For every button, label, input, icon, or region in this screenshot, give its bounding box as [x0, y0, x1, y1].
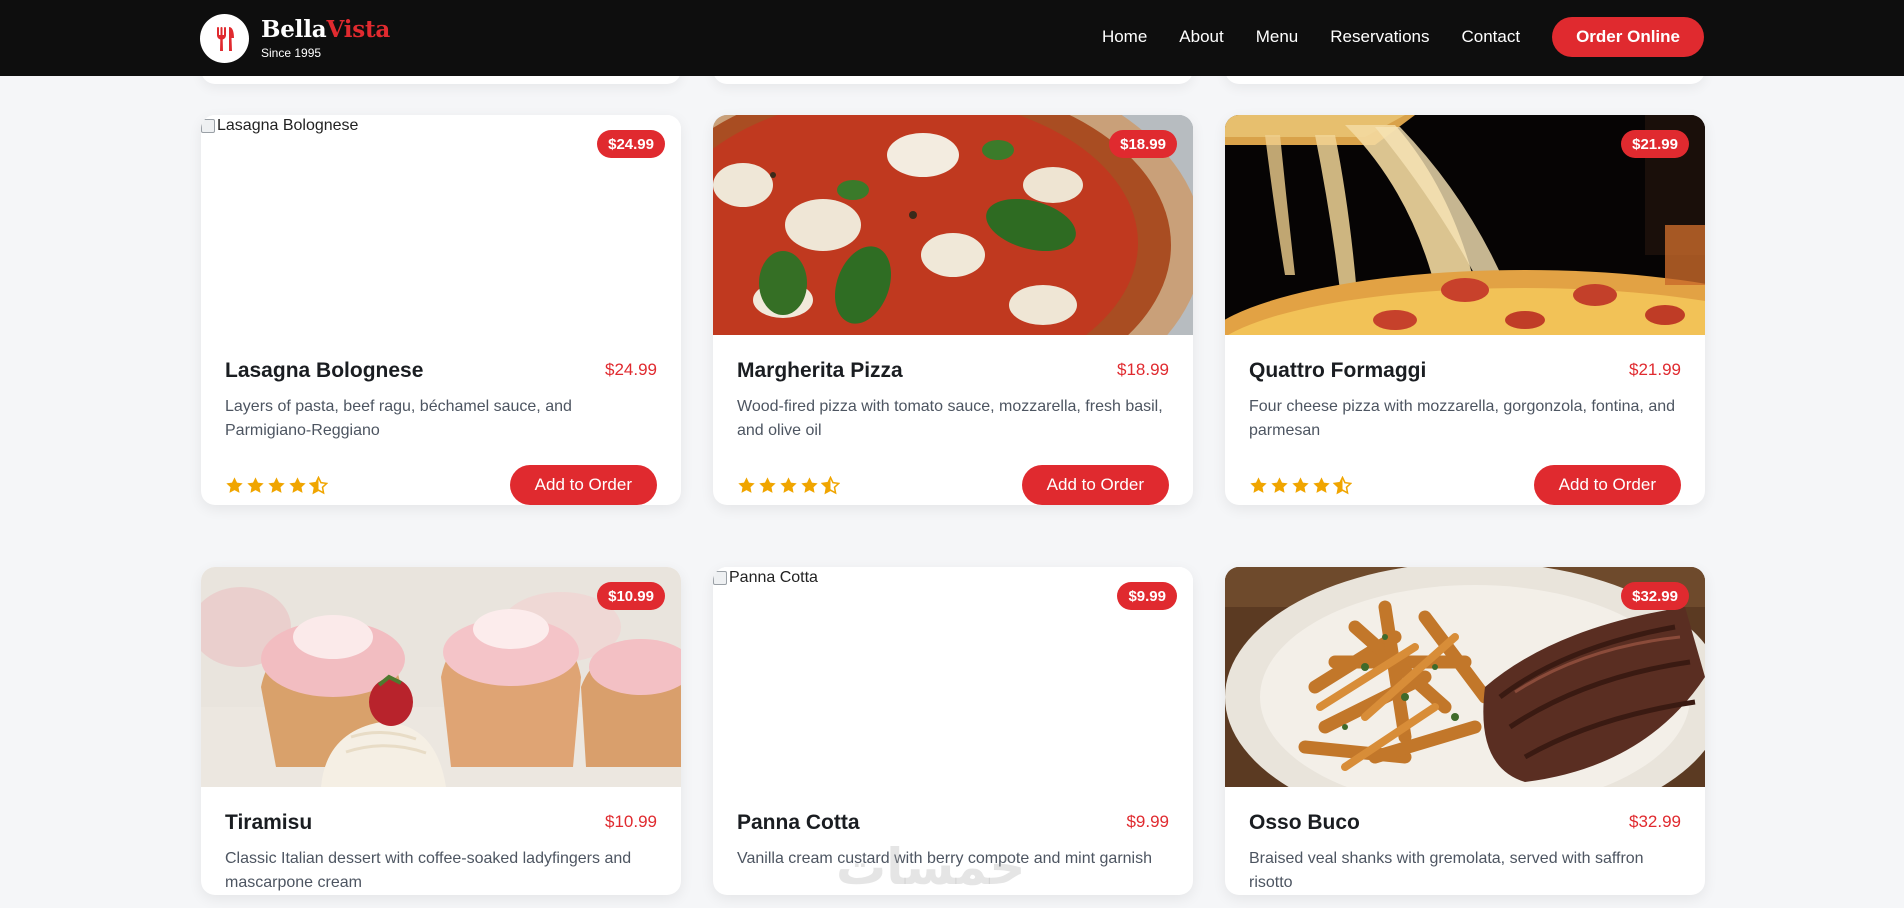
dish-name: Tiramisu: [225, 811, 313, 834]
nav-menu[interactable]: Menu: [1256, 27, 1299, 47]
brand-tagline: Since 1995: [261, 45, 322, 60]
order-online-button[interactable]: Order Online: [1552, 17, 1704, 57]
dish-price: $10.99: [605, 812, 657, 831]
menu-card-quattro-formaggi: $21.99 Quattro Formaggi $21.99 Four chee…: [1225, 115, 1705, 505]
broken-image-icon: [713, 571, 727, 585]
star-icon: [267, 476, 286, 495]
broken-image-alt: Panna Cotta: [713, 569, 818, 587]
utensils-icon: [200, 14, 249, 63]
dish-name: Panna Cotta: [737, 811, 860, 834]
dish-image: $18.99: [713, 115, 1193, 335]
star-icon: [288, 476, 307, 495]
brand-name: BellaVista: [261, 15, 391, 43]
main-nav: Home About Menu Reservations Contact Ord…: [1102, 17, 1704, 57]
star-icon: [1291, 476, 1310, 495]
dish-image: $32.99: [1225, 567, 1705, 787]
dish-description: Four cheese pizza with mozzarella, gorgo…: [1249, 398, 1676, 439]
dish-image: Lasagna Bolognese $24.99: [201, 115, 681, 335]
nav-home[interactable]: Home: [1102, 27, 1147, 47]
dish-image: Panna Cotta $9.99: [713, 567, 1193, 787]
price-badge: $32.99: [1621, 582, 1689, 610]
dish-price: $18.99: [1117, 360, 1169, 379]
add-to-order-button[interactable]: Add to Order: [509, 465, 657, 505]
menu-card-margherita-pizza: $18.99 Margherita Pizza $18.99 Wood-fire…: [713, 115, 1193, 505]
broken-image-alt: Lasagna Bolognese: [201, 117, 358, 135]
dish-description: Classic Italian dessert with coffee-soak…: [225, 850, 632, 891]
rating-stars: [225, 476, 328, 495]
broken-image-icon: [201, 119, 215, 133]
star-icon: [800, 476, 819, 495]
dish-description: Layers of pasta, beef ragu, béchamel sau…: [225, 398, 572, 439]
add-to-order-button[interactable]: Add to Order: [1021, 465, 1169, 505]
dish-image: $21.99: [1225, 115, 1705, 335]
star-icon: [1270, 476, 1289, 495]
menu-card-tiramisu: $10.99 Tiramisu $10.99 Classic Italian d…: [201, 567, 681, 895]
dish-price: $9.99: [1126, 812, 1169, 831]
site-header: BellaVista Since 1995 Home About Menu Re…: [0, 0, 1904, 76]
star-icon: [246, 476, 265, 495]
price-badge: $24.99: [597, 130, 665, 158]
brand-logo[interactable]: BellaVista Since 1995: [200, 14, 390, 63]
star-icon: [779, 476, 798, 495]
nav-contact[interactable]: Contact: [1461, 27, 1520, 47]
star-half-icon: [1333, 476, 1352, 495]
price-badge: $9.99: [1117, 582, 1177, 610]
price-badge: $10.99: [597, 582, 665, 610]
star-icon: [737, 476, 756, 495]
dish-price: $32.99: [1629, 812, 1681, 831]
star-icon: [758, 476, 777, 495]
price-badge: $21.99: [1621, 130, 1689, 158]
star-half-icon: [821, 476, 840, 495]
dish-price: $24.99: [605, 360, 657, 379]
price-badge: $18.99: [1109, 130, 1177, 158]
add-to-order-button[interactable]: Add to Order: [1533, 465, 1681, 505]
menu-card-osso-buco: $32.99 Osso Buco $32.99 Braised veal sha…: [1225, 567, 1705, 895]
dish-name: Osso Buco: [1249, 811, 1360, 834]
dish-image: $10.99: [201, 567, 681, 787]
star-icon: [225, 476, 244, 495]
rating-stars: [737, 476, 840, 495]
star-icon: [1249, 476, 1268, 495]
star-half-icon: [309, 476, 328, 495]
dish-name: Lasagna Bolognese: [225, 359, 424, 382]
star-icon: [1312, 476, 1331, 495]
dish-description: Braised veal shanks with gremolata, serv…: [1249, 850, 1644, 891]
dish-name: Quattro Formaggi: [1249, 359, 1427, 382]
rating-stars: [1249, 476, 1352, 495]
watermark: خمسات: [836, 838, 1026, 896]
dish-description: Wood-fired pizza with tomato sauce, mozz…: [737, 398, 1163, 439]
menu-card-lasagna-bolognese: Lasagna Bolognese $24.99 Lasagna Bologne…: [201, 115, 681, 505]
nav-reservations[interactable]: Reservations: [1330, 27, 1429, 47]
dish-name: Margherita Pizza: [737, 359, 903, 382]
nav-about[interactable]: About: [1179, 27, 1223, 47]
dish-price: $21.99: [1629, 360, 1681, 379]
